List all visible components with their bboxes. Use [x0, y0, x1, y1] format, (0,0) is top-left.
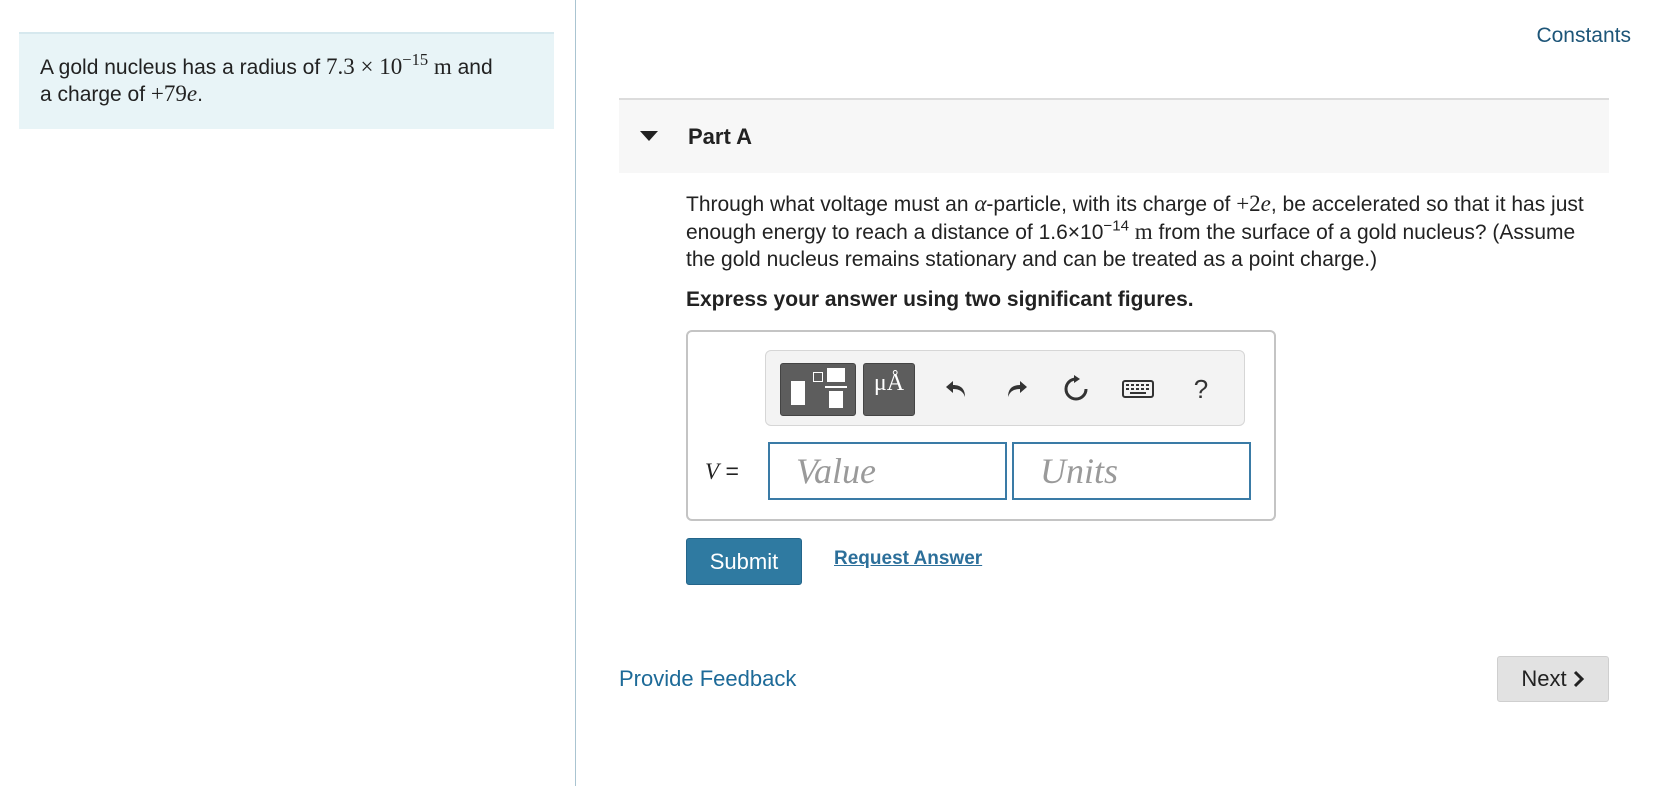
radius-exponent: −15 — [402, 49, 429, 69]
alpha-charge: +2e — [1236, 191, 1271, 216]
panel-divider — [575, 0, 576, 786]
question-text-part: -particle, with its charge of — [986, 193, 1237, 216]
templates-icon[interactable] — [780, 363, 856, 416]
reset-icon[interactable] — [1058, 371, 1094, 407]
charge-number: +79 — [150, 81, 187, 106]
math-toolbar: μÅ ? — [765, 350, 1245, 426]
context-text-charge: a charge of — [40, 83, 151, 106]
alpha-charge-number: +2 — [1236, 191, 1261, 216]
chevron-right-icon — [1573, 670, 1584, 688]
question-text: Through what voltage must an α-particle,… — [686, 190, 1596, 273]
context-text-part: A gold nucleus has a radius of — [40, 56, 327, 79]
answer-box: μÅ ? V = — [686, 330, 1276, 521]
problem-context-panel: A gold nucleus has a radius of 7.3 × 10−… — [19, 32, 554, 129]
part-a-header[interactable]: Part A — [619, 98, 1609, 173]
context-text-and: and — [451, 56, 493, 79]
distance-exponent: −14 — [1103, 217, 1130, 235]
keyboard-icon[interactable] — [1120, 371, 1156, 407]
redo-icon[interactable] — [998, 371, 1034, 407]
alpha-charge-symbol: e — [1260, 191, 1271, 216]
radius-unit: m — [428, 54, 452, 79]
answer-equals: = — [719, 458, 739, 484]
problem-context-text: A gold nucleus has a radius of 7.3 × 10−… — [40, 51, 540, 108]
units-icon[interactable]: μÅ — [863, 363, 915, 416]
distance-unit: m — [1129, 219, 1153, 244]
charge-symbol: e — [186, 81, 198, 106]
answer-variable: V — [705, 459, 720, 484]
submit-button[interactable]: Submit — [686, 538, 802, 585]
radius-mantissa: 7.3 — [326, 54, 355, 79]
charge-value: +79e — [151, 81, 197, 106]
radius-value: 7.3 × 10−15 m — [326, 51, 452, 79]
provide-feedback-link[interactable]: Provide Feedback — [619, 666, 796, 692]
units-input[interactable] — [1012, 442, 1251, 500]
next-button-label: Next — [1521, 666, 1567, 691]
answer-instruction: Express your answer using two significan… — [686, 288, 1194, 311]
value-input[interactable] — [768, 442, 1007, 500]
request-answer-link[interactable]: Request Answer — [834, 548, 982, 570]
next-button[interactable]: Next — [1497, 656, 1609, 702]
collapse-caret-icon[interactable] — [640, 131, 658, 141]
part-title: Part A — [688, 124, 752, 149]
answer-variable-label: V = — [705, 458, 739, 485]
question-text-part: Through what voltage must an — [686, 193, 975, 216]
help-icon[interactable]: ? — [1183, 371, 1219, 407]
context-period: . — [197, 83, 203, 106]
undo-icon[interactable] — [939, 371, 975, 407]
radius-times-ten: × 10 — [354, 54, 403, 79]
constants-link[interactable]: Constants — [1536, 24, 1631, 48]
alpha-symbol: α — [974, 191, 987, 216]
